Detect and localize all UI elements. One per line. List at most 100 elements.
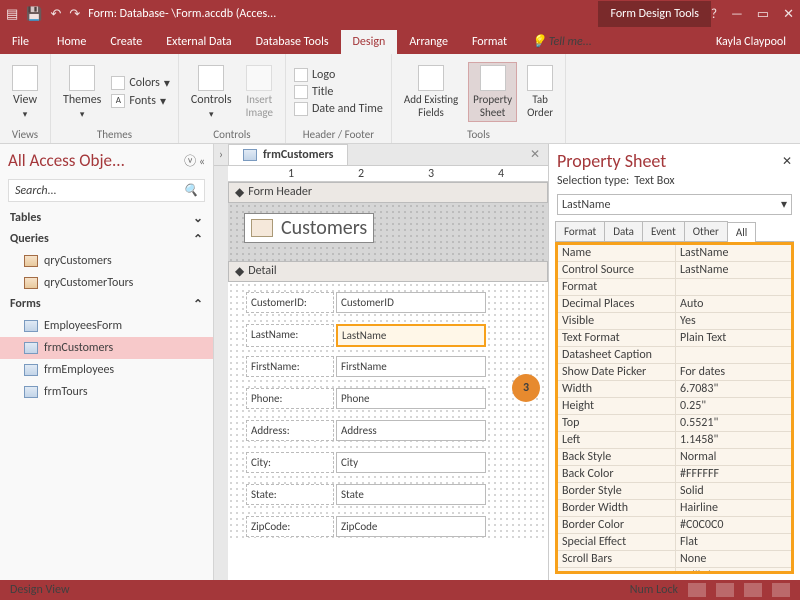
tab-format[interactable]: Format <box>460 30 519 54</box>
selection-combo[interactable]: LastName▾ <box>557 194 792 215</box>
property-value[interactable]: LastName <box>676 262 791 278</box>
property-row[interactable]: Font NameCalibri <box>558 568 791 574</box>
tab-home[interactable]: Home <box>45 30 98 54</box>
field-label[interactable]: FirstName: <box>246 356 334 377</box>
property-tab[interactable]: Event <box>642 221 685 241</box>
colors-button[interactable]: Colors▾ <box>111 76 170 91</box>
title-button[interactable]: Title <box>294 85 383 99</box>
property-row[interactable]: Height0.25" <box>558 398 791 415</box>
property-row[interactable]: Text FormatPlain Text <box>558 330 791 347</box>
close-document-icon[interactable]: ✕ <box>522 147 548 162</box>
form-header-area[interactable]: Customers <box>228 203 548 261</box>
form-field[interactable]: LastName:LastName <box>246 324 486 347</box>
nav-item[interactable]: EmployeesForm <box>0 315 213 337</box>
field-label[interactable]: State: <box>246 484 334 505</box>
property-value[interactable]: Yes <box>676 313 791 329</box>
signed-in-user[interactable]: Kayla Claypool <box>702 30 800 54</box>
field-label[interactable]: CustomerID: <box>246 292 334 313</box>
datetime-button[interactable]: Date and Time <box>294 102 383 116</box>
property-row[interactable]: Format <box>558 279 791 296</box>
nav-item[interactable]: qryCustomerTours <box>0 272 213 294</box>
property-row[interactable]: NameLastName <box>558 245 791 262</box>
nav-item[interactable]: frmCustomers <box>0 337 213 359</box>
field-control[interactable]: CustomerID <box>336 292 486 313</box>
add-existing-fields-button[interactable]: Add Existing Fields <box>400 63 462 121</box>
property-value[interactable]: 1.1458" <box>676 432 791 448</box>
property-row[interactable]: Left1.1458" <box>558 432 791 449</box>
fonts-button[interactable]: AFonts▾ <box>111 94 170 109</box>
tab-order-button[interactable]: Tab Order <box>523 63 557 121</box>
form-field[interactable]: ZipCode:ZipCode <box>246 516 486 537</box>
property-row[interactable]: VisibleYes <box>558 313 791 330</box>
property-value[interactable]: Hairline <box>676 500 791 516</box>
view-layout-icon[interactable] <box>744 583 762 597</box>
controls-gallery[interactable]: Controls▾ <box>187 63 236 122</box>
tab-create[interactable]: Create <box>98 30 154 54</box>
field-control[interactable]: LastName <box>336 324 486 347</box>
tab-arrange[interactable]: Arrange <box>397 30 460 54</box>
form-field[interactable]: State:State <box>246 484 486 505</box>
nav-group-tables[interactable]: Tables⌄ <box>0 208 213 229</box>
property-row[interactable]: Border Color#C0C0C0 <box>558 517 791 534</box>
close-icon[interactable]: ✕ <box>783 7 794 22</box>
property-value[interactable]: 0.5521" <box>676 415 791 431</box>
form-field[interactable]: CustomerID:CustomerID <box>246 292 486 313</box>
view-form-icon[interactable] <box>772 583 790 597</box>
property-tab[interactable]: Other <box>684 221 728 241</box>
logo-button[interactable]: Logo <box>294 68 383 82</box>
nav-dropdown-icon[interactable]: ⓥ « <box>184 152 205 169</box>
property-value[interactable]: Flat <box>676 534 791 550</box>
field-control[interactable]: ZipCode <box>336 516 486 537</box>
field-control[interactable]: City <box>336 452 486 473</box>
qat-undo-icon[interactable]: ↶ <box>50 7 61 22</box>
property-value[interactable] <box>676 347 791 363</box>
nav-group-forms[interactable]: Forms⌃ <box>0 294 213 315</box>
tab-database-tools[interactable]: Database Tools <box>244 30 341 54</box>
form-field[interactable]: FirstName:FirstName <box>246 356 486 377</box>
property-row[interactable]: Top0.5521" <box>558 415 791 432</box>
field-control[interactable]: Address <box>336 420 486 441</box>
view-button[interactable]: View▾ <box>8 63 42 122</box>
detail-area[interactable]: 3 CustomerID:CustomerIDLastName:LastName… <box>228 282 548 542</box>
property-value[interactable] <box>676 279 791 295</box>
field-label[interactable]: Address: <box>246 420 334 441</box>
property-sheet-button[interactable]: Property Sheet <box>468 62 517 122</box>
property-row[interactable]: Decimal PlacesAuto <box>558 296 791 313</box>
view-design-icon[interactable] <box>688 583 706 597</box>
field-label[interactable]: City: <box>246 452 334 473</box>
property-value[interactable]: Auto <box>676 296 791 312</box>
qat-save-icon[interactable]: 💾 <box>26 7 42 22</box>
form-body[interactable]: ◆Form Header Customers ◆Detail 3 Custome… <box>228 182 548 580</box>
view-datasheet-icon[interactable] <box>716 583 734 597</box>
property-value[interactable]: 0.25" <box>676 398 791 414</box>
form-field[interactable]: Phone:Phone <box>246 388 486 409</box>
nav-item[interactable]: frmTours <box>0 381 213 403</box>
property-row[interactable]: Show Date PickerFor dates <box>558 364 791 381</box>
tab-design[interactable]: Design <box>341 30 398 54</box>
nav-header[interactable]: All Access Obje... <box>8 150 184 171</box>
field-label[interactable]: ZipCode: <box>246 516 334 537</box>
property-row[interactable]: Back StyleNormal <box>558 449 791 466</box>
close-propsheet-icon[interactable]: ✕ <box>782 154 792 169</box>
property-row[interactable]: Border WidthHairline <box>558 500 791 517</box>
property-value[interactable]: Calibri <box>676 568 791 574</box>
property-value[interactable]: 6.7083" <box>676 381 791 397</box>
qat-redo-icon[interactable]: ↷ <box>69 7 80 22</box>
form-field[interactable]: Address:Address <box>246 420 486 441</box>
property-value[interactable]: LastName <box>676 245 791 261</box>
property-tab[interactable]: Format <box>555 221 605 241</box>
detail-bar[interactable]: ◆Detail <box>228 261 548 282</box>
field-control[interactable]: Phone <box>336 388 486 409</box>
property-row[interactable]: Back Color#FFFFFF <box>558 466 791 483</box>
property-row[interactable]: Datasheet Caption <box>558 347 791 364</box>
minimize-icon[interactable]: — <box>731 7 743 22</box>
nav-item[interactable]: frmEmployees <box>0 359 213 381</box>
property-row[interactable]: Border StyleSolid <box>558 483 791 500</box>
themes-button[interactable]: Themes▾ <box>59 63 105 122</box>
property-tab[interactable]: Data <box>604 221 643 241</box>
property-value[interactable]: Plain Text <box>676 330 791 346</box>
property-row[interactable]: Control SourceLastName <box>558 262 791 279</box>
property-value[interactable]: None <box>676 551 791 567</box>
form-header-bar[interactable]: ◆Form Header <box>228 182 548 203</box>
restore-icon[interactable]: ▭ <box>757 7 769 22</box>
